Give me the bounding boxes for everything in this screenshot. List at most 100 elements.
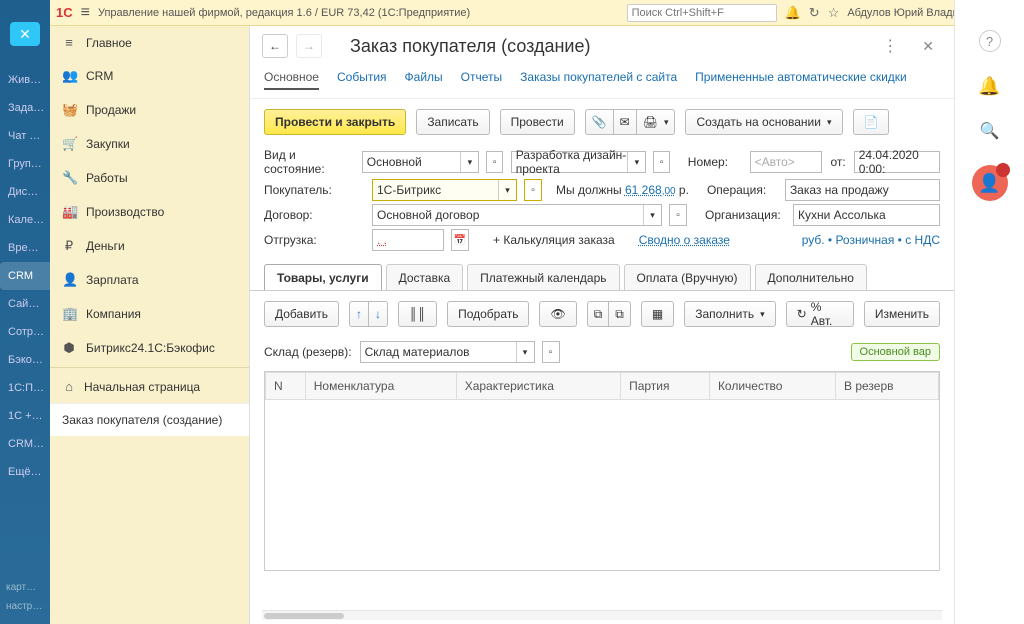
bitrix-item[interactable]: Сотр… <box>0 318 50 346</box>
search-icon[interactable]: 🔍 <box>980 121 1000 141</box>
star-icon[interactable]: ☆ <box>828 5 840 21</box>
top-tab[interactable]: Основное <box>264 66 319 90</box>
top-tab[interactable]: Примененные автоматические скидки <box>695 66 907 90</box>
customer-field[interactable]: 1С-Битрикс▾ <box>372 179 517 201</box>
bitrix-item[interactable]: Сай… <box>0 290 50 318</box>
menu-item[interactable]: ⬢Битрикс24.1С:Бэкофис <box>50 331 249 365</box>
menu-item[interactable]: 🧺Продажи <box>50 93 249 127</box>
subtab[interactable]: Дополнительно <box>755 264 867 291</box>
home-link[interactable]: ⌂Начальная страница <box>50 370 249 403</box>
notifications-icon[interactable]: 🔔 <box>978 76 1000 97</box>
view-button[interactable]: 👁 <box>539 301 576 327</box>
table-header[interactable]: Номенклатура <box>305 373 456 400</box>
doc-template-button[interactable]: 📄 <box>853 109 890 135</box>
burger-icon[interactable]: ≡ <box>81 4 90 22</box>
bell-icon[interactable]: 🔔 <box>785 5 801 21</box>
state-field[interactable]: Разработка дизайн-проекта▾ <box>511 151 647 173</box>
table-header[interactable]: Количество <box>709 373 835 400</box>
top-tab[interactable]: Отчеты <box>461 66 502 90</box>
bitrix-item[interactable]: Ещё… <box>0 458 50 486</box>
top-tab[interactable]: Заказы покупателей с сайта <box>520 66 677 90</box>
menu-item[interactable]: 🏢Компания <box>50 297 249 331</box>
create-based-button[interactable]: Создать на основании ▾ <box>685 109 842 135</box>
number-field[interactable]: <Авто> <box>750 151 823 173</box>
contract-field[interactable]: Основной договор▾ <box>372 204 662 226</box>
horizontal-scrollbar[interactable] <box>262 610 942 620</box>
bitrix-item[interactable]: Бэко… <box>0 346 50 374</box>
shipment-date-field[interactable]: . . <box>372 229 444 251</box>
state-open-button[interactable]: ▫ <box>653 151 669 173</box>
bitrix-item[interactable]: Жив… <box>0 66 50 94</box>
paste-button[interactable]: ⧉ <box>608 301 631 327</box>
subtab[interactable]: Товары, услуги <box>264 264 382 291</box>
avatar[interactable]: 👤 <box>972 165 1008 201</box>
pick-button[interactable]: Подобрать <box>447 301 529 327</box>
close-icon[interactable]: ✕ <box>914 38 942 55</box>
bitrix-item[interactable]: Дис… <box>0 178 50 206</box>
table-header[interactable]: N <box>266 373 306 400</box>
post-button[interactable]: Провести <box>500 109 575 135</box>
bitrix-item[interactable]: Вре… <box>0 234 50 262</box>
subtab[interactable]: Оплата (Вручную) <box>624 264 751 291</box>
table-header[interactable]: Партия <box>621 373 710 400</box>
org-field[interactable]: Кухни Ассолька <box>793 204 940 226</box>
fill-button[interactable]: Заполнить ▾ <box>684 301 775 327</box>
copy-button[interactable]: ⧉ <box>587 301 610 327</box>
menu-item[interactable]: ≡Главное <box>50 26 249 59</box>
change-button[interactable]: Изменить <box>864 301 940 327</box>
save-button[interactable]: Записать <box>416 109 489 135</box>
add-button[interactable]: Добавить <box>264 301 339 327</box>
variant-badge[interactable]: Основной вар <box>851 343 940 361</box>
print-button[interactable]: 🖨 ▾ <box>636 109 676 135</box>
bitrix-item[interactable]: Зада… <box>0 94 50 122</box>
bitrix-close-button[interactable]: ✕ <box>10 22 40 46</box>
current-page-link[interactable]: Заказ покупателя (создание) <box>50 403 249 436</box>
bitrix-item[interactable]: 1С:П… <box>0 374 50 402</box>
more-icon[interactable]: ⋮ <box>874 36 906 56</box>
bitrix-item[interactable]: Кале… <box>0 206 50 234</box>
subtab[interactable]: Платежный календарь <box>467 264 619 291</box>
menu-item[interactable]: 🛒Закупки <box>50 127 249 161</box>
grid-button[interactable]: ▦ <box>641 301 674 327</box>
operation-field[interactable]: Заказ на продажу <box>785 179 940 201</box>
attach-button[interactable]: 📎 <box>585 109 614 135</box>
top-tab[interactable]: События <box>337 66 387 90</box>
submit-close-button[interactable]: Провести и закрыть <box>264 109 406 135</box>
menu-item[interactable]: 🔧Работы <box>50 161 249 195</box>
top-tab[interactable]: Файлы <box>405 66 443 90</box>
forward-button[interactable]: → <box>296 34 322 58</box>
menu-item[interactable]: 👤Зарплата <box>50 263 249 297</box>
table-header[interactable]: Характеристика <box>456 373 620 400</box>
move-up-button[interactable]: ↑ <box>349 301 369 327</box>
menu-item[interactable]: 👥CRM <box>50 59 249 93</box>
barcode-button[interactable]: ║║ <box>398 301 437 327</box>
shipment-calendar-button[interactable]: 📅 <box>451 229 469 251</box>
bitrix-item[interactable]: Груп… <box>0 150 50 178</box>
lbl-calc[interactable]: + Калькуляция заказа <box>493 233 615 247</box>
warehouse-open-button[interactable]: ▫ <box>542 341 560 363</box>
move-down-button[interactable]: ↓ <box>368 301 388 327</box>
menu-item[interactable]: ₽Деньги <box>50 229 249 263</box>
pct-auto-button[interactable]: ↻ % Авт. <box>786 301 854 327</box>
history-icon[interactable]: ↻ <box>809 5 820 21</box>
bitrix-item[interactable]: Чат … <box>0 122 50 150</box>
summary-link[interactable]: Сводно о заказе <box>639 233 730 247</box>
mail-button[interactable]: ✉ <box>613 109 637 135</box>
bitrix-foot-settings[interactable]: настр… <box>6 597 44 616</box>
contract-open-button[interactable]: ▫ <box>669 204 687 226</box>
back-button[interactable]: ← <box>262 34 288 58</box>
help-icon[interactable]: ? <box>979 30 1001 52</box>
bitrix-item[interactable]: 1С +… <box>0 402 50 430</box>
bitrix-foot-map[interactable]: карт… <box>6 578 44 597</box>
subtab[interactable]: Доставка <box>386 264 464 291</box>
debt-link[interactable]: 61 268,00 <box>625 183 676 197</box>
currency-link[interactable]: руб. • Розничная • с НДС <box>802 233 940 247</box>
date-field[interactable]: 24.04.2020 0:00: <box>854 151 940 173</box>
kind-field[interactable]: Основной▾ <box>362 151 480 173</box>
search-input[interactable] <box>627 4 777 22</box>
warehouse-field[interactable]: Склад материалов▾ <box>360 341 535 363</box>
bitrix-item[interactable]: CRM <box>0 262 50 290</box>
kind-open-button[interactable]: ▫ <box>486 151 502 173</box>
customer-open-button[interactable]: ▫ <box>524 179 542 201</box>
bitrix-item[interactable]: CRM… <box>0 430 50 458</box>
